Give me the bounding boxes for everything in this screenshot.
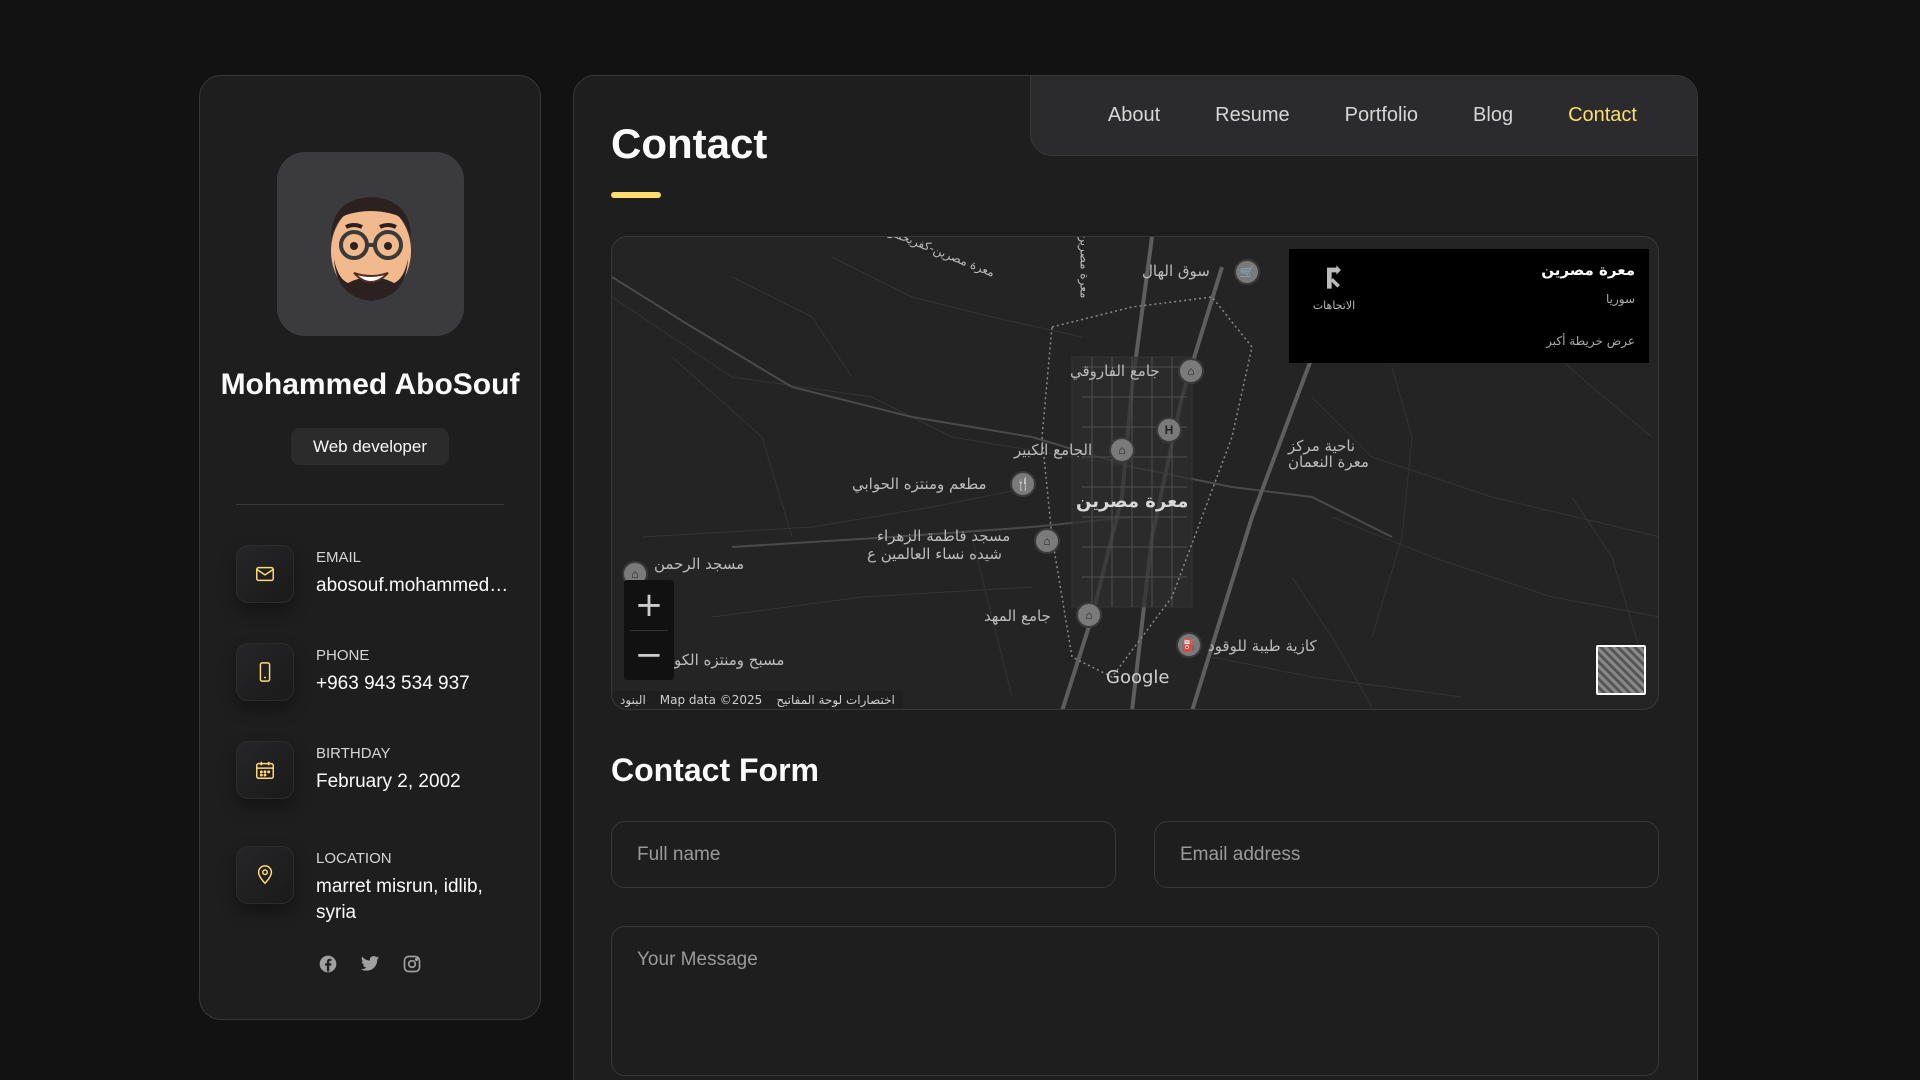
contact-item-location: Location marret misrun, idlib, syria — [236, 846, 516, 946]
job-title-badge: Web developer — [291, 428, 449, 465]
twitter-icon[interactable] — [359, 953, 381, 975]
directions-icon — [1327, 265, 1341, 289]
hospital-icon: H — [1156, 417, 1182, 443]
fuel-icon: ⛽ — [1176, 632, 1202, 658]
mosque-icon: ⌂ — [1076, 602, 1102, 628]
view-larger-map-link[interactable]: عرض خريطة أكبر — [1546, 334, 1635, 348]
map-road-label: معرة مصرين — [1077, 236, 1092, 299]
avatar-memoji-icon — [330, 197, 411, 301]
map-info-card: معرة مصرين سوريا عرض خريطة أكبر الاتجاها… — [1289, 249, 1649, 363]
map-label: مسجد فاطمة الزهراء — [877, 527, 1011, 545]
contact-label: Phone — [316, 647, 370, 664]
map-label: مسبح ومنتزه الكو — [674, 651, 785, 669]
map-town-label: معرة مصرين — [1076, 491, 1189, 512]
directions-label: الاتجاهات — [1312, 299, 1356, 312]
mosque-icon: ⌂ — [1034, 528, 1060, 554]
nav-contact[interactable]: Contact — [1568, 104, 1637, 127]
birthday-value: February 2, 2002 — [316, 771, 461, 792]
map-label: كازية طيبة للوقود — [1208, 637, 1317, 655]
message-textarea[interactable] — [611, 926, 1659, 1076]
map-label: جامع الفاروقي — [1070, 362, 1160, 380]
directions-button[interactable]: الاتجاهات — [1309, 263, 1359, 312]
map-place-country: سوريا — [1605, 292, 1635, 306]
map-label: مطعم ومنتزه الحوابي — [852, 475, 987, 493]
map-zoom-control: + − — [624, 580, 674, 680]
map-label: مسجد الرحمن — [654, 555, 745, 573]
sidebar: Mohammed AboSouf Web developer Email abo… — [199, 75, 541, 1020]
avatar — [277, 152, 464, 336]
title-underline — [611, 192, 661, 198]
restaurant-icon: 🍴 — [1010, 471, 1036, 497]
user-name: Mohammed AboSouf — [220, 368, 520, 401]
email-input[interactable] — [1154, 821, 1659, 888]
contact-label: Birthday — [316, 745, 391, 762]
zoom-in-button[interactable]: + — [624, 580, 674, 630]
satellite-layer-toggle[interactable] — [1596, 645, 1646, 695]
contact-label: Email — [316, 549, 362, 566]
calendar-icon — [236, 741, 294, 799]
instagram-icon[interactable] — [401, 953, 423, 975]
contact-label: Location — [316, 850, 392, 867]
google-logo: Google — [1106, 667, 1170, 688]
sidebar-divider — [236, 504, 504, 505]
map-embed[interactable]: سوق الهال 🛒 جامع الفاروقي ⌂ H ناحية مركز… — [611, 236, 1659, 710]
phone-link[interactable]: +963 943 534 937 — [316, 671, 516, 697]
nav-portfolio[interactable]: Portfolio — [1345, 104, 1418, 127]
nav-blog[interactable]: Blog — [1473, 104, 1513, 127]
zoom-out-button[interactable]: − — [624, 631, 674, 681]
keyboard-shortcuts-link[interactable]: اختصارات لوحة المفاتيح — [776, 693, 895, 707]
email-link[interactable]: abosouf.mohammed@gmail.com — [316, 573, 516, 599]
contact-item-email: Email abosouf.mohammed@gmail.com — [236, 545, 516, 615]
fullname-input[interactable] — [611, 821, 1116, 888]
location-pin-icon — [236, 846, 294, 904]
map-label: شيده نساء العالمين ع — [867, 545, 1002, 563]
map-label: معرة النعمان — [1288, 453, 1369, 471]
map-data-label: Map data ©2025 — [659, 693, 763, 707]
mail-icon — [236, 545, 294, 603]
nav-resume[interactable]: Resume — [1215, 104, 1289, 127]
social-links — [200, 953, 540, 975]
shop-icon: 🛒 — [1234, 259, 1260, 285]
mosque-icon: ⌂ — [1109, 437, 1135, 463]
contact-form-title: Contact Form — [611, 752, 819, 788]
mosque-icon: ⌂ — [1178, 358, 1204, 384]
page: Mohammed AboSouf Web developer Email abo… — [0, 0, 1920, 1080]
nav-about[interactable]: About — [1108, 104, 1160, 127]
map-terms-link[interactable]: البنود — [620, 693, 646, 707]
navbar: About Resume Portfolio Blog Contact — [1030, 76, 1697, 156]
map-label: سوق الهال — [1142, 262, 1210, 280]
map-label: الجامع الكبير — [1014, 441, 1093, 459]
map-place-name: معرة مصرين — [1541, 261, 1635, 279]
page-title: Contact — [611, 120, 768, 167]
phone-icon — [236, 643, 294, 701]
contact-item-birthday: Birthday February 2, 2002 — [236, 741, 516, 811]
main-content: About Resume Portfolio Blog Contact Cont… — [573, 75, 1698, 1080]
map-attribution: البنود Map data ©2025 اختصارات لوحة المف… — [612, 691, 903, 709]
map-label: جامع المهد — [984, 607, 1051, 625]
contact-item-phone: Phone +963 943 534 937 — [236, 643, 516, 713]
facebook-icon[interactable] — [317, 953, 339, 975]
location-value: marret misrun, idlib, syria — [316, 876, 483, 923]
